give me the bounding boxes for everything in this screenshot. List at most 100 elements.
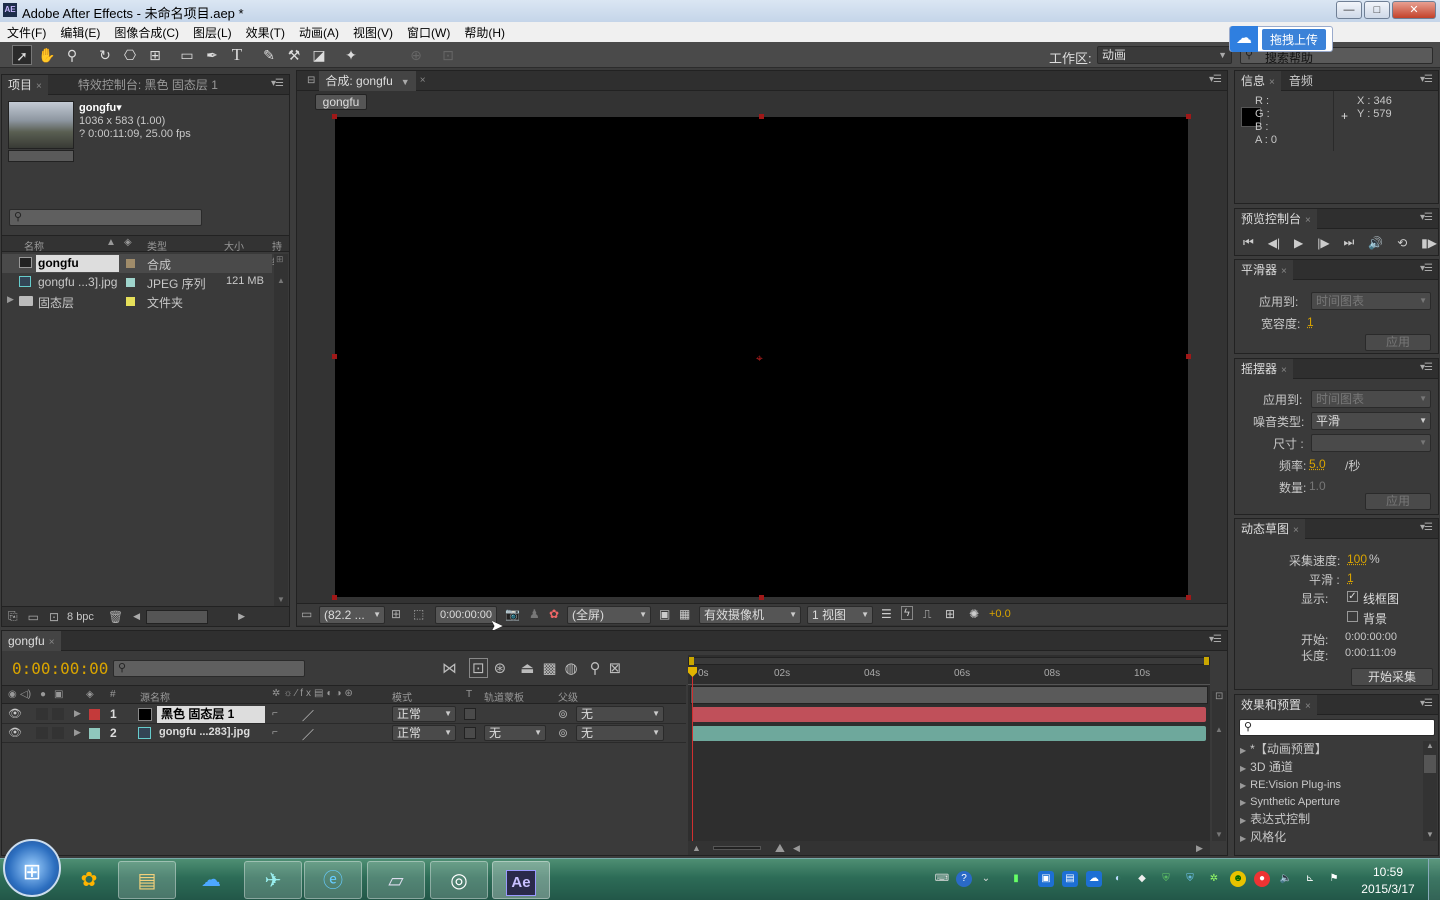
draft-3d-icon[interactable]: ⊡ [469,658,488,678]
col-source-name[interactable]: 源名称 [140,689,170,704]
comp-breadcrumb[interactable]: gongfu [315,94,367,110]
maximize-button[interactable]: □ [1364,1,1390,19]
layer-handle[interactable] [1186,354,1191,359]
tab-motion-sketch[interactable]: 动态草图 × [1235,518,1305,539]
wireframe-checkbox[interactable]: ✓ [1347,591,1358,602]
pan-behind-tool-icon[interactable]: ⊞ [145,45,165,65]
baidu-cloud-icon[interactable]: ☁ [182,861,240,899]
composition-viewer[interactable]: ⌖ [332,114,1191,600]
list-item[interactable]: gongfu ...3].jpg JPEG 序列 121 MB [2,273,272,292]
trash-icon[interactable]: 🗑 [108,610,123,624]
tolerance-value[interactable]: 1 [1307,315,1314,329]
lock-toggle[interactable] [52,727,64,739]
menu-effect[interactable]: 效果(T) [246,24,285,41]
tray-app-icon[interactable]: ◐ [1110,871,1126,887]
close-icon[interactable]: × [1281,365,1287,376]
menu-window[interactable]: 窗口(W) [407,24,450,41]
quality-icon[interactable]: ／ [302,726,314,743]
close-icon[interactable]: × [420,75,426,86]
list-item[interactable]: ▶ 风格化 [1235,829,1421,847]
help-icon[interactable]: ? [956,871,972,887]
tray-app-icon[interactable]: ▤ [1062,871,1078,887]
loop-icon[interactable]: ⟲ [1397,236,1407,250]
tab-project[interactable]: 项目 × [2,74,48,95]
scroll-up-icon[interactable]: ▲ [277,276,285,285]
game-app-icon[interactable]: ◎ [430,861,488,899]
comp-mini-flowchart-icon[interactable]: ⋈ [442,659,457,677]
solo-toggle[interactable] [36,708,48,720]
flowchart-icon[interactable]: ⊞ [276,254,284,265]
quality-icon[interactable]: ／ [302,707,314,724]
expand-triangle-icon[interactable]: ▶ [74,727,81,738]
magnification-dropdown[interactable]: (82.2 ... ▼ [319,606,385,624]
tray-app-icon[interactable]: ◆ [1134,871,1150,887]
expand-triangle-icon[interactable]: ▶ [1240,816,1246,825]
layer-handle[interactable] [332,595,337,600]
region-of-interest-icon[interactable]: ▣ [659,607,670,621]
audio-icon[interactable]: 🔊 [1368,236,1383,250]
interpret-footage-icon[interactable]: ⎘ [8,609,18,624]
panel-menu-icon[interactable]: ▾☰ [1420,212,1433,223]
tab-audio[interactable]: 音频 [1281,72,1313,89]
usb-icon[interactable]: ▮ [1008,871,1024,887]
tray-app-icon[interactable]: ● [1254,871,1270,887]
list-item[interactable]: gongfu 合成 [2,254,272,273]
item-name-gongfu[interactable]: gongfu [36,255,119,272]
panel-menu-icon[interactable]: ▾☰ [1209,634,1222,645]
background-checkbox[interactable] [1347,611,1358,622]
tray-app-icon[interactable]: ☁ [1086,871,1102,887]
live-update-icon[interactable]: ⊠ [609,659,622,677]
list-item[interactable]: ▶ 表达式控制 [1235,811,1421,829]
minimize-button[interactable]: — [1336,1,1362,19]
expand-triangle-icon[interactable]: ▶ [7,294,14,305]
tab-wiggler[interactable]: 摇摆器 × [1235,358,1293,379]
notepad-icon[interactable]: ▱ [367,861,425,899]
close-icon[interactable]: × [36,81,42,92]
col-name[interactable]: 名称 [24,238,44,253]
flowchart-icon[interactable]: ⊞ [945,607,955,621]
tray-expand-icon[interactable]: ⌄ [978,871,994,887]
tray-app-icon[interactable]: ✲ [1206,871,1222,887]
list-item[interactable]: ▶ 固态层 文件夹 [2,292,272,311]
close-icon[interactable]: × [1305,701,1311,712]
layer-name[interactable]: 黑色 固态层 1 [157,706,265,723]
list-item[interactable]: ▶ Synthetic Aperture [1235,794,1421,811]
pen-tool-icon[interactable]: ✒ [202,45,222,65]
menu-layer[interactable]: 图层(L) [193,24,232,41]
zoom-slider[interactable] [712,846,761,850]
mask-visibility-icon[interactable]: ⬚ [413,607,424,621]
expand-triangle-icon[interactable]: ▶ [1240,798,1246,807]
panel-menu-icon[interactable]: ▾☰ [1420,263,1433,274]
expand-triangle-icon[interactable]: ▶ [1240,746,1246,755]
scroll-left-icon[interactable]: ◀ [133,611,140,622]
preserve-transparency-checkbox[interactable] [464,727,476,739]
file-explorer-icon[interactable]: ▤ [118,861,176,899]
layer-name[interactable]: gongfu ...283].jpg [159,726,250,738]
volume-icon[interactable]: 🔈 [1278,871,1294,887]
label-color[interactable] [126,297,135,306]
panel-menu-icon[interactable]: ▾☰ [1209,74,1222,85]
lock-icon[interactable]: ⊟ [307,75,315,86]
selection-tool-icon[interactable]: ➚ [12,45,32,65]
panel-menu-icon[interactable]: ▾☰ [1420,698,1433,709]
first-frame-icon[interactable]: ⏮ [1243,235,1254,250]
action-center-icon[interactable]: ⚑ [1326,871,1342,887]
label-color[interactable] [126,278,135,287]
transparency-grid-icon[interactable]: ▦ [679,607,690,621]
shield-icon[interactable]: ⛨ [1182,871,1198,887]
zoom-in-icon[interactable]: ⛰ [775,841,785,856]
channel-icon[interactable]: ✿ [549,607,559,621]
graph-editor-icon[interactable]: ⚲ [590,659,601,677]
effects-search-input[interactable]: ⚲ [1239,719,1435,736]
project-scrollbar[interactable]: ⊞ ▲ ▼ [274,254,288,606]
list-item[interactable]: ▶ RE:Vision Plug-ins [1235,777,1421,794]
layer-handle[interactable] [759,595,764,600]
layer-parent-dropdown[interactable]: 无 ▼ [576,706,664,722]
current-time-field[interactable]: 0:00:00:00 [435,606,497,624]
work-area-end[interactable] [1204,657,1209,665]
chevron-down-icon[interactable]: ▼ [401,77,410,87]
tray-app-icon[interactable]: ▣ [1038,871,1054,887]
upload-widget[interactable]: ☁ 拖拽上传 [1229,26,1333,52]
fast-preview-icon[interactable]: ϟ [901,606,913,620]
close-icon[interactable]: × [1269,77,1275,88]
